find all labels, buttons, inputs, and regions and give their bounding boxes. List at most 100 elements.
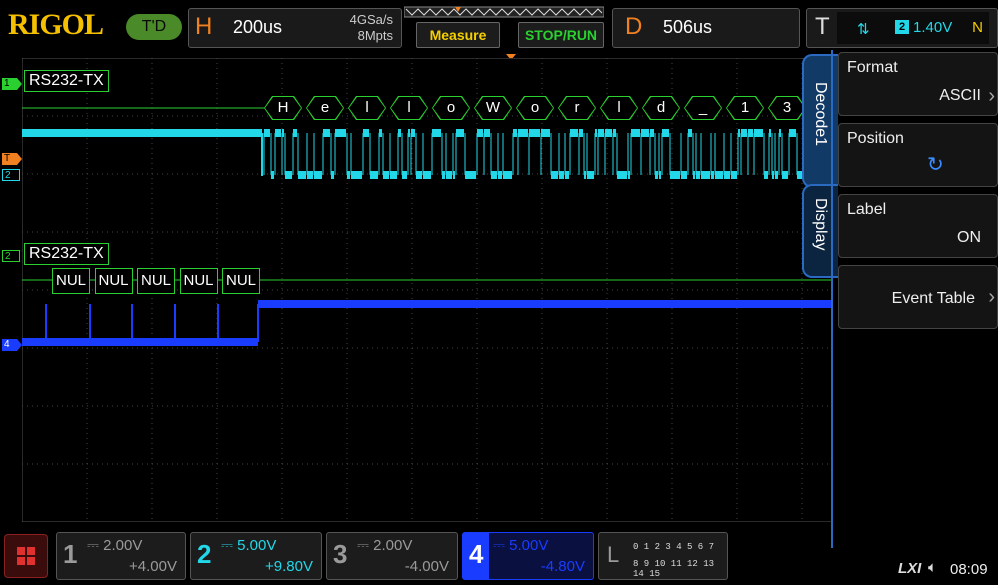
bus1-frame-text: 3 (769, 97, 805, 119)
dc-coupling-icon: ⎓ (357, 537, 374, 554)
mute-icon[interactable]: 🔈︎ (928, 559, 937, 576)
channel2-bit (518, 129, 528, 137)
ch2-scale-value: 5.00V (237, 537, 277, 554)
trigger-letter: T (815, 13, 830, 40)
main-menu-button[interactable] (4, 534, 48, 578)
channel2-bit (416, 171, 422, 179)
bus2-decode-row: NUL NUL NUL NUL NUL (52, 268, 262, 294)
bus2-label[interactable]: RS232-TX (24, 243, 109, 265)
delay-value: 506us (663, 17, 713, 37)
lxi-logo: LXI (898, 560, 922, 577)
bus1-frame-text: 1 (727, 97, 763, 119)
channel2-bit (456, 129, 464, 137)
stop-run-button[interactable]: STOP/RUN (518, 22, 604, 48)
channel2-bit (390, 171, 397, 179)
delay-box[interactable]: D 506us (612, 8, 800, 48)
sample-rate-info: 4GSa/s 8Mpts (350, 12, 393, 44)
chevron-right-icon: › (988, 286, 995, 308)
channel2-bit (715, 171, 723, 179)
ch1-scale: ⎓ 2.00V (87, 537, 142, 554)
channel2-bit (264, 129, 270, 137)
bus2-frame: NUL (179, 268, 218, 294)
horizontal-timebase-box[interactable]: H 200us 4GSa/s 8Mpts (188, 8, 402, 48)
channel2-bit (275, 129, 281, 137)
timebase-value: 200us (233, 17, 283, 37)
bus1-frame: o (516, 96, 554, 120)
menu-event-table[interactable]: Event Table › (838, 265, 998, 329)
channel2-tile[interactable]: 2 ⎓ 5.00V +9.80V (190, 532, 322, 580)
channel2-bit (465, 171, 476, 179)
grid-menu-icon (17, 547, 35, 565)
bus1-frame-text: o (433, 97, 469, 119)
channel2-bit (764, 171, 768, 179)
ch1-scale-value: 2.00V (103, 537, 143, 554)
channel2-bit (307, 171, 313, 179)
channel2-bit (681, 171, 687, 179)
bus2-frame: NUL (222, 268, 260, 294)
bus1-frame-text: _ (685, 97, 721, 119)
ch4-scale-value: 5.00V (509, 537, 549, 554)
ch2-offset: +9.80V (265, 558, 313, 575)
channel2-bit (598, 129, 604, 137)
channel2-bit (782, 171, 788, 179)
rotate-knob-icon: ↻ (927, 154, 944, 176)
channel2-bit (789, 129, 796, 137)
channel4-tile[interactable]: 4 ⎓ 5.00V -4.80V (462, 532, 594, 580)
trigger-level-marker[interactable]: T (2, 153, 22, 165)
channel2-bit (529, 129, 540, 137)
ch1-marker[interactable]: 1 (2, 78, 22, 90)
channel2-bit (587, 171, 594, 179)
channel2-bit (335, 129, 346, 137)
edge-both-icon: ⇅ (857, 21, 870, 38)
channel2-bit (446, 171, 452, 179)
ch2-number: 2 (197, 539, 212, 569)
bus1-frame: 3 (768, 96, 806, 120)
bus2-frame: NUL (137, 268, 175, 294)
logic-channels-high: 8 9 10 11 12 13 14 15 (633, 559, 715, 579)
tab-display-label: Display (812, 198, 829, 251)
bus1-label[interactable]: RS232-TX (24, 70, 109, 92)
channel2-bit (503, 171, 512, 179)
measure-button[interactable]: Measure (416, 22, 500, 48)
channel2-bit (662, 129, 669, 137)
channel3-tile[interactable]: 3 ⎓ 2.00V -4.00V (326, 532, 458, 580)
ch2-marker-lower[interactable]: 2 (2, 250, 20, 262)
bus1-frame: W (474, 96, 512, 120)
bus1-frame-text: d (643, 97, 679, 119)
channel2-bit (491, 171, 497, 179)
channel2-bit (498, 171, 502, 179)
trigger-box[interactable]: T ⇅ 2 1.40V N (806, 8, 998, 48)
ch3-number: 3 (333, 539, 348, 569)
bus1-frame: l (600, 96, 638, 120)
ch1-offset: +4.00V (129, 558, 177, 575)
channel2-bit (559, 171, 564, 179)
bus1-frame-text: l (391, 97, 427, 119)
menu-border (831, 50, 833, 548)
menu-event-table-label: Event Table (891, 290, 975, 307)
channel2-bit (363, 129, 369, 137)
logic-channels-low: 0 1 2 3 4 5 6 7 (633, 542, 715, 552)
channel2-bit (383, 171, 389, 179)
logic-analyzer-tile[interactable]: L 0 1 2 3 4 5 6 7 8 9 10 11 12 13 14 15 (598, 532, 728, 580)
trigger-level: 1.40V (913, 19, 953, 36)
channel2-bit (423, 171, 431, 179)
ch2-marker-upper[interactable]: 2 (2, 169, 20, 181)
trigger-source: 2 (895, 20, 909, 34)
channel2-bit (701, 171, 710, 179)
channel2-bit (570, 129, 578, 137)
ch4-marker[interactable]: 4 (2, 339, 22, 351)
channel2-bit (293, 129, 297, 137)
menu-position[interactable]: Position ↻ (838, 123, 998, 187)
channel2-bit (748, 129, 753, 137)
trigger-status-badge[interactable]: T'D (126, 14, 182, 40)
bus1-decode-row: He l l o Wo r l d _ 1 3 (264, 96, 804, 122)
channel2-bit (605, 129, 612, 137)
channel2-bit (565, 171, 569, 179)
menu-format[interactable]: Format ASCII › (838, 52, 998, 116)
menu-label[interactable]: Label ON (838, 194, 998, 258)
bus1-frame-text: l (349, 97, 385, 119)
dc-coupling-icon: ⎓ (221, 537, 238, 554)
channel1-tile[interactable]: 1 ⎓ 2.00V +4.00V (56, 532, 186, 580)
channel2-bit (754, 129, 763, 137)
channel2-bit (285, 171, 292, 179)
